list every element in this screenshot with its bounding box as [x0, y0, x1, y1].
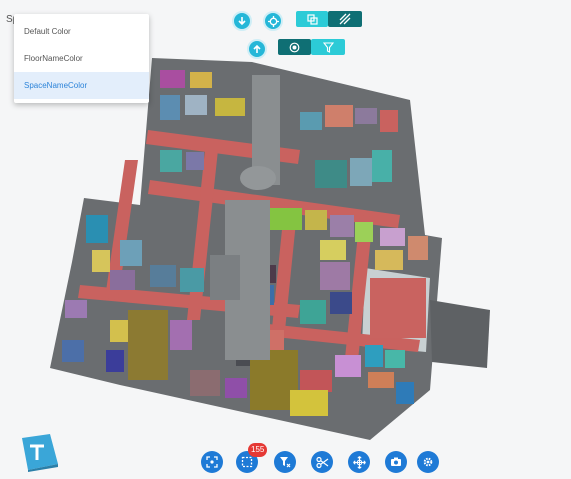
hatch-button[interactable]	[328, 11, 362, 27]
move-button[interactable]	[348, 451, 370, 473]
option-floor-name-color[interactable]: FloorNameColor	[14, 45, 149, 72]
scissors-icon	[315, 456, 328, 468]
record-icon	[289, 42, 300, 52]
settings-icon	[423, 457, 433, 467]
copy-icon	[306, 13, 318, 25]
settings-button[interactable]	[417, 451, 439, 473]
color-mode-dropdown[interactable]: Default Color FloorNameColor SpaceNameCo…	[14, 14, 149, 103]
clear-filter-icon	[280, 457, 291, 468]
view-cube[interactable]	[20, 432, 60, 472]
crosshair-button[interactable]	[263, 11, 283, 31]
option-default-color[interactable]: Default Color	[14, 18, 149, 45]
filter-button[interactable]	[311, 39, 345, 55]
hatch-icon	[339, 13, 351, 25]
model-viewport[interactable]: Sp Default Color FloorNameColor SpaceNam…	[0, 0, 571, 479]
move-icon	[352, 455, 366, 469]
copy-button[interactable]	[296, 11, 328, 27]
focus-button[interactable]	[201, 451, 223, 473]
focus-icon	[206, 456, 218, 468]
camera-button[interactable]	[385, 451, 407, 473]
selection-count-badge: 155	[248, 443, 268, 457]
scissors-button[interactable]	[311, 451, 333, 473]
record-button[interactable]	[278, 39, 311, 55]
arrow-down-button[interactable]	[232, 11, 252, 31]
option-space-name-color[interactable]: SpaceNameColor	[14, 72, 149, 99]
arrow-up-icon	[253, 44, 261, 53]
clear-filter-button[interactable]	[274, 451, 296, 473]
crosshair-icon	[267, 15, 279, 27]
box-select-icon	[241, 456, 253, 468]
arrow-up-button[interactable]	[247, 39, 267, 59]
arrow-down-icon	[238, 17, 246, 26]
camera-icon	[391, 457, 401, 466]
filter-icon	[322, 41, 334, 53]
